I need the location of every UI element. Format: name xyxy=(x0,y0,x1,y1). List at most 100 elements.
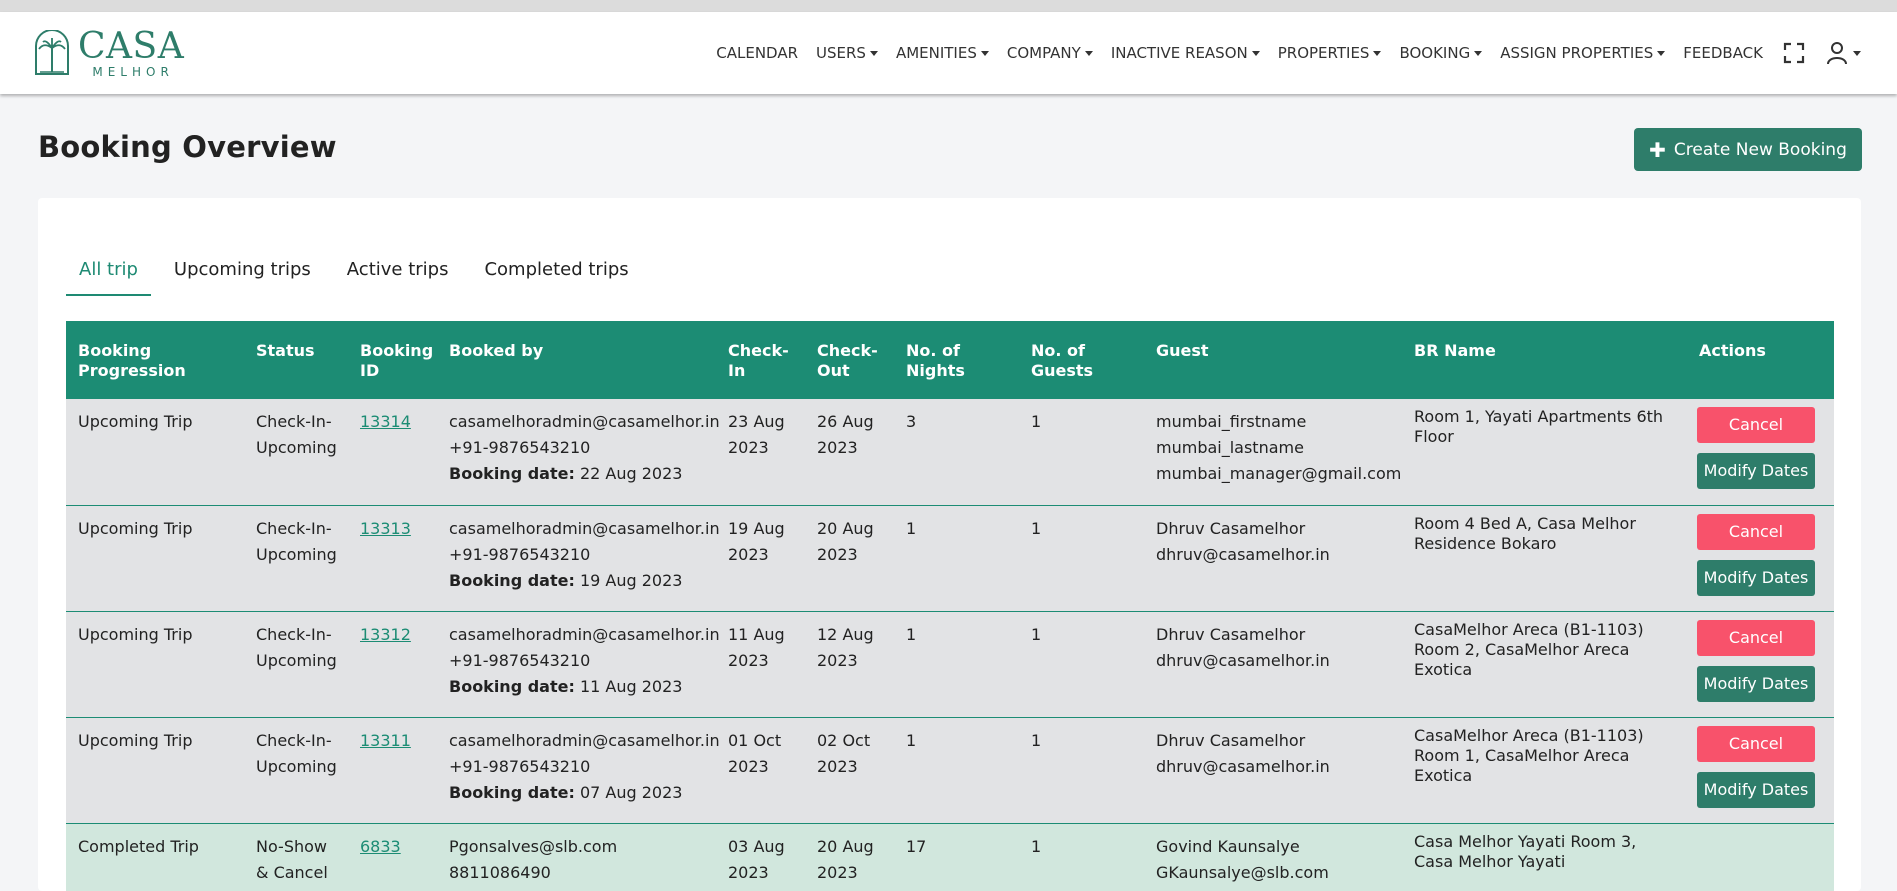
guest-line: Dhruv Casamelhor xyxy=(1156,518,1306,538)
bookings-table: Booking Progression Status Booking ID Book… xyxy=(66,321,1834,891)
modify-dates-button[interactable]: Modify Dates xyxy=(1697,559,1815,596)
modify-dates-button[interactable]: Modify Dates xyxy=(1697,453,1815,489)
booked-by-phone: +91-9876543210 xyxy=(449,544,591,564)
caret-down-icon xyxy=(1084,50,1093,56)
cell-check-in: 19 Aug 2023 xyxy=(716,505,805,612)
tab-upcoming-trips[interactable]: Upcoming trips xyxy=(161,258,324,296)
nav-amenities[interactable]: AMENITIES xyxy=(896,44,989,62)
cell-check-in: 23 Aug 2023 xyxy=(716,399,805,506)
booking-date-label: Booking date: xyxy=(449,570,575,590)
user-menu-button[interactable] xyxy=(1825,41,1861,65)
date-text: 19 Aug xyxy=(728,518,785,538)
cell-progression: Upcoming Trip xyxy=(66,399,244,506)
header-text: Out xyxy=(817,361,850,380)
fullscreen-button[interactable] xyxy=(1783,42,1805,64)
status-text: Upcoming xyxy=(256,544,337,564)
header-text: Guests xyxy=(1031,361,1094,380)
tab-completed-trips[interactable]: Completed trips xyxy=(471,258,641,296)
cell-progression: Completed Trip xyxy=(66,823,244,891)
header-guests: No. of Guests xyxy=(1019,321,1144,399)
booking-id-link[interactable]: 13311 xyxy=(360,731,411,750)
date-text: 2023 xyxy=(728,438,769,457)
booked-by-email: casamelhoradmin@casamelhor.in xyxy=(449,518,720,538)
header-nights: No. of Nights xyxy=(894,321,1019,399)
nav-company[interactable]: COMPANY xyxy=(1007,44,1093,62)
cancel-button[interactable]: Cancel xyxy=(1697,619,1815,656)
nav-calendar[interactable]: CALENDAR xyxy=(716,44,798,62)
cancel-button[interactable]: Cancel xyxy=(1697,725,1815,762)
guest-line: Dhruv Casamelhor xyxy=(1156,730,1306,750)
cell-guest: Govind Kaunsalye GKaunsalye@slb.com xyxy=(1144,823,1402,891)
nav-properties[interactable]: PROPERTIES xyxy=(1278,44,1382,62)
header-text: In xyxy=(728,361,746,380)
cell-br-name: Casa Melhor Yayati Room 3, Casa Melhor Y… xyxy=(1402,823,1687,891)
nav-users-label: USERS xyxy=(816,44,866,62)
booking-id-link[interactable]: 13314 xyxy=(360,412,411,431)
plus-icon: ✚ xyxy=(1649,137,1666,162)
date-text: 20 Aug xyxy=(817,836,874,856)
date-text: 03 Aug xyxy=(728,836,785,856)
cell-booked-by: casamelhoradmin@casamelhor.in +91-987654… xyxy=(437,717,720,824)
booking-date-label: Booking date: xyxy=(449,676,575,696)
nav-booking[interactable]: BOOKING xyxy=(1399,44,1483,62)
date-text: 11 Aug xyxy=(728,624,785,644)
date-text: 2023 xyxy=(728,862,769,882)
status-text: Check-In- xyxy=(256,412,332,431)
booked-by-phone: +91-9876543210 xyxy=(449,756,591,776)
cell-nights: 1 xyxy=(894,717,1019,824)
guest-line: mumbai_lastname xyxy=(1156,438,1304,457)
booking-date-value: 19 Aug 2023 xyxy=(579,570,683,590)
cell-status: Check-In- Upcoming xyxy=(244,611,348,718)
cell-check-out: 12 Aug 2023 xyxy=(805,611,894,718)
tab-all-trip[interactable]: All trip xyxy=(66,258,151,296)
cell-guests: 1 xyxy=(1019,717,1144,824)
header-booking-progression: Booking Progression xyxy=(66,321,244,399)
cell-booked-by: casamelhoradmin@casamelhor.in +91-987654… xyxy=(437,611,720,718)
booking-id-link[interactable]: 13313 xyxy=(360,519,411,538)
nav-feedback-label: FEEDBACK xyxy=(1683,44,1763,62)
cell-progression: Upcoming Trip xyxy=(66,611,244,718)
status-text: & Cancel xyxy=(256,862,328,882)
header-br-name: BR Name xyxy=(1402,321,1687,399)
cell-guests: 1 xyxy=(1019,399,1144,506)
nav-assign-properties[interactable]: ASSIGN PROPERTIES xyxy=(1500,44,1666,62)
header-text: Progression xyxy=(78,361,186,380)
status-text: Check-In- xyxy=(256,624,332,644)
cancel-button[interactable]: Cancel xyxy=(1697,513,1815,550)
main-nav: CALENDAR USERS AMENITIES COMPANY INACTIV… xyxy=(698,12,1861,94)
date-text: 2023 xyxy=(817,650,858,670)
cell-nights: 1 xyxy=(894,611,1019,718)
create-new-booking-button[interactable]: ✚ Create New Booking xyxy=(1634,128,1862,171)
status-text: Upcoming xyxy=(256,650,337,670)
caret-down-icon xyxy=(1251,50,1260,56)
nav-inactive-reason[interactable]: INACTIVE REASON xyxy=(1111,44,1260,62)
bookings-table-wrapper: Booking Progression Status Booking ID Book… xyxy=(66,321,1834,891)
nav-feedback[interactable]: FEEDBACK xyxy=(1683,44,1763,62)
caret-down-icon xyxy=(1373,50,1382,56)
cell-booked-by: Pgonsalves@slb.com 8811086490 xyxy=(437,823,716,891)
table-row: Upcoming Trip Check-In- Upcoming 13313 ca… xyxy=(66,505,1834,612)
logo[interactable]: CASA MELHOR xyxy=(32,28,184,78)
cell-booking-id: 6833 xyxy=(348,823,437,891)
table-header-row: Booking Progression Status Booking ID Book… xyxy=(66,321,1834,399)
booking-id-link[interactable]: 13312 xyxy=(360,625,411,644)
booked-by-phone: +91-9876543210 xyxy=(449,650,591,670)
cell-br-name: Room 1, Yayati Apartments 6th Floor xyxy=(1402,399,1687,506)
booking-id-link[interactable]: 6833 xyxy=(360,837,401,856)
nav-booking-label: BOOKING xyxy=(1399,44,1471,62)
cell-guests: 1 xyxy=(1019,823,1144,891)
booking-date-label: Booking date: xyxy=(449,782,575,802)
modify-dates-button[interactable]: Modify Dates xyxy=(1697,771,1815,808)
caret-down-icon xyxy=(869,50,878,56)
date-text: 01 Oct xyxy=(728,730,782,750)
nav-users[interactable]: USERS xyxy=(816,44,878,62)
cancel-button[interactable]: Cancel xyxy=(1697,407,1815,443)
tab-active-trips[interactable]: Active trips xyxy=(334,258,462,296)
modify-dates-button[interactable]: Modify Dates xyxy=(1697,665,1815,702)
user-icon xyxy=(1827,42,1847,65)
cell-guest: Dhruv Casamelhor dhruv@casamelhor.in xyxy=(1144,611,1402,718)
guest-line: Govind Kaunsalye xyxy=(1156,836,1300,856)
nav-company-label: COMPANY xyxy=(1006,44,1081,62)
table-row: Upcoming Trip Check-In- Upcoming 13314 ca… xyxy=(66,399,1834,506)
cell-guest: Dhruv Casamelhor dhruv@casamelhor.in xyxy=(1144,717,1402,824)
